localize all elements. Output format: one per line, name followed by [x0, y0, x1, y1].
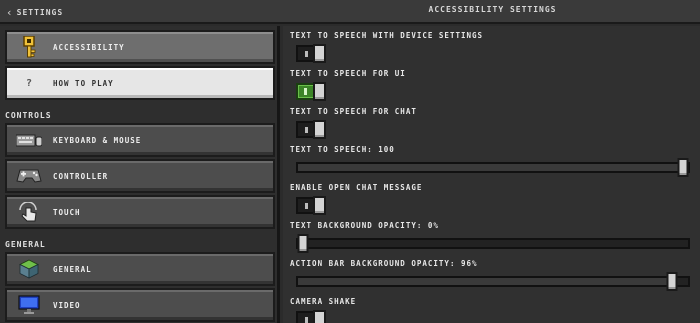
monitor-icon — [15, 293, 43, 317]
sidebar-item-label: General — [53, 264, 92, 274]
toggle-knob — [313, 120, 326, 139]
toggle-camera-shake[interactable] — [296, 310, 326, 323]
back-button[interactable]: ‹ Settings — [6, 5, 63, 19]
touch-hand-icon — [15, 200, 43, 224]
slider-fill — [298, 278, 673, 285]
sidebar-item-accessibility[interactable]: Accessibility — [5, 30, 275, 64]
setting-label-tts-ui: Text To Speech For UI — [290, 69, 406, 78]
toggle-tts-ui[interactable] — [296, 82, 326, 101]
title-bar: ‹ Settings Accessibility Settings — [0, 0, 700, 24]
toggle-knob — [313, 196, 326, 215]
sidebar-item-keyboard-mouse[interactable]: Keyboard & Mouse — [5, 123, 275, 157]
section-heading-controls: Controls — [5, 111, 52, 120]
toggle-knob — [313, 44, 326, 63]
toggle-tts-chat[interactable] — [296, 120, 326, 139]
slider-action-bar-opacity[interactable] — [296, 272, 690, 291]
toggle-indicator — [305, 127, 308, 133]
sidebar-item-touch[interactable]: Touch — [5, 195, 275, 229]
toggle-indicator — [304, 88, 307, 95]
key-icon — [15, 35, 43, 59]
sidebar-item-controller[interactable]: Controller — [5, 159, 275, 193]
toggle-knob — [313, 82, 326, 101]
toggle-open-chat-message[interactable] — [296, 196, 326, 215]
page-title: Accessibility Settings — [428, 5, 557, 14]
slider-text-bg-opacity[interactable] — [296, 234, 690, 253]
question-mark-icon: ? — [25, 77, 33, 89]
back-button-label: Settings — [16, 7, 64, 17]
grass-block-icon — [15, 257, 43, 281]
settings-panel: Text To Speech with Device Settings Text… — [283, 26, 700, 323]
sidebar-item-label: How to Play — [53, 78, 114, 88]
controller-icon — [15, 164, 43, 188]
sidebar-item-video[interactable]: Video — [5, 288, 275, 322]
toggle-indicator — [305, 317, 308, 323]
toggle-indicator — [305, 203, 308, 209]
setting-label-tts-chat: Text To Speech For Chat — [290, 107, 417, 116]
slider-thumb[interactable] — [297, 234, 309, 253]
slider-tts-volume[interactable] — [296, 158, 690, 177]
sidebar-item-label: Keyboard & Mouse — [53, 135, 142, 145]
sidebar-item-label: Controller — [53, 171, 109, 181]
sidebar-item-label: Video — [53, 300, 81, 310]
section-heading-general: General — [5, 240, 46, 249]
setting-label-action-bar-opacity: Action Bar Background Opacity: 96% — [290, 259, 478, 268]
setting-label-tts-volume: Text to Speech: 100 — [290, 145, 395, 154]
sidebar-item-label: Accessibility — [53, 42, 125, 52]
setting-label-text-bg-opacity: Text Background Opacity: 0% — [290, 221, 439, 230]
slider-thumb[interactable] — [677, 158, 689, 177]
chevron-left-icon: ‹ — [6, 5, 13, 19]
setting-label-tts-device: Text To Speech with Device Settings — [290, 31, 484, 40]
toggle-tts-device[interactable] — [296, 44, 326, 63]
keyboard-mouse-icon — [15, 128, 43, 152]
slider-thumb[interactable] — [666, 272, 678, 291]
setting-label-open-chat-message: Enable Open Chat Message — [290, 183, 423, 192]
toggle-knob — [313, 310, 326, 323]
sidebar-item-how-to-play[interactable]: ? How to Play — [5, 66, 275, 100]
sidebar-item-general[interactable]: General — [5, 252, 275, 286]
slider-fill — [298, 164, 688, 171]
setting-label-camera-shake: Camera Shake — [290, 297, 357, 306]
sidebar: Accessibility ? How to Play Controls Key… — [0, 26, 280, 323]
sidebar-item-label: Touch — [53, 207, 81, 217]
toggle-indicator — [305, 51, 308, 57]
